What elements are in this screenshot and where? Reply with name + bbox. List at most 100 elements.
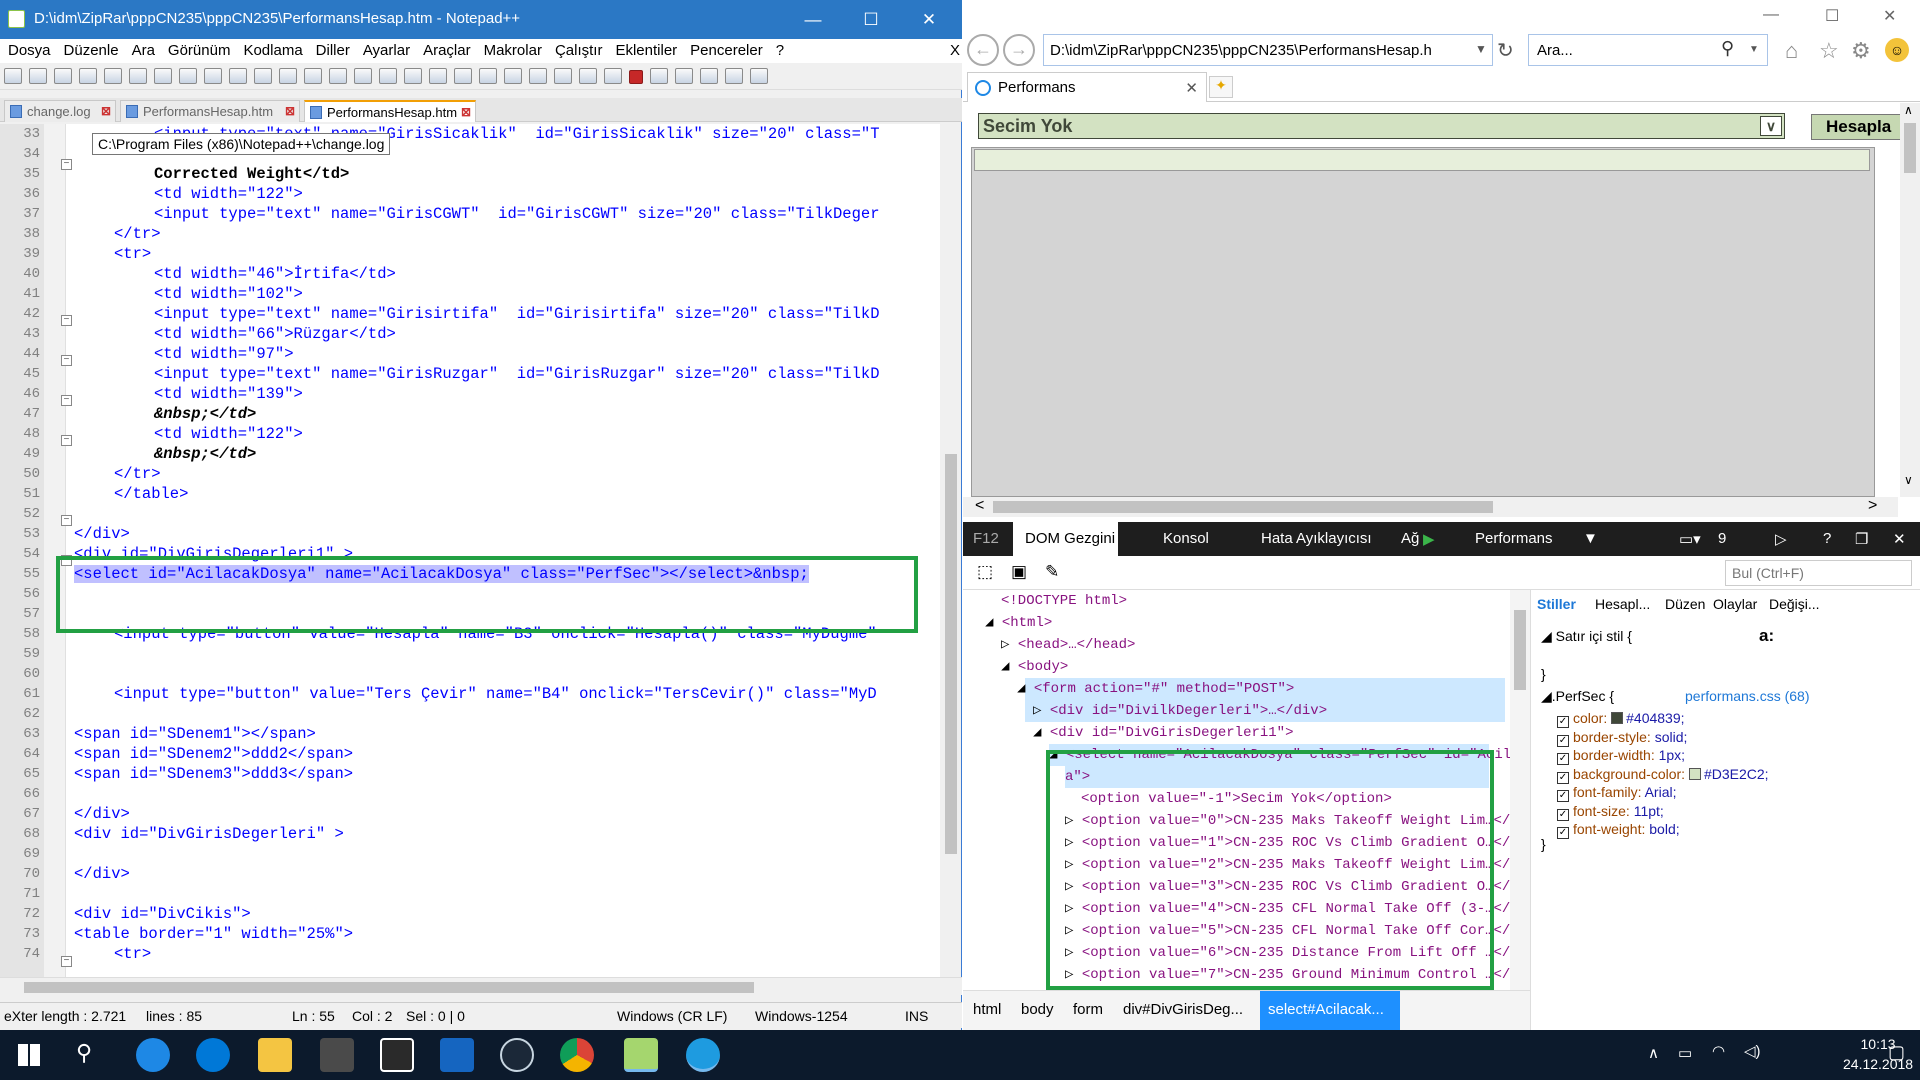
minimize-button[interactable]: — bbox=[790, 0, 836, 39]
open-file-icon[interactable] bbox=[29, 68, 47, 84]
address-bar[interactable]: D:\idm\ZipRar\pppCN235\pppCN235\Performa… bbox=[1043, 34, 1493, 66]
scroll-thumb[interactable] bbox=[1514, 610, 1526, 690]
dom-line-div-giris1[interactable]: ◢ <div id="DivGirisDegerleri1"> bbox=[1033, 722, 1293, 744]
dom-line-head[interactable]: ▷ <head>…</head> bbox=[1001, 634, 1135, 656]
dom-line-doctype[interactable]: <!DOCTYPE html> bbox=[1001, 590, 1127, 612]
scroll-left-icon[interactable]: < bbox=[975, 497, 984, 515]
emulation-icon[interactable]: ▭▾ bbox=[1679, 530, 1701, 548]
checkbox-icon[interactable]: ✓ bbox=[1557, 716, 1569, 728]
settings-icon[interactable]: ⚙ bbox=[1851, 38, 1871, 64]
folder-workspace-icon[interactable] bbox=[579, 68, 597, 84]
more-tabs-icon[interactable]: ▼ bbox=[1583, 530, 1598, 547]
undock-icon[interactable]: ❐ bbox=[1855, 530, 1868, 548]
sync-v-icon[interactable] bbox=[404, 68, 422, 84]
mail-icon[interactable] bbox=[380, 1038, 414, 1072]
highlight-icon[interactable]: ▣ bbox=[1011, 562, 1027, 582]
rule-source-link[interactable]: performans.css (68) bbox=[1685, 688, 1809, 704]
cut-icon[interactable] bbox=[179, 68, 197, 84]
crumb-body[interactable]: body bbox=[1021, 1001, 1054, 1018]
maximize-button[interactable]: ☐ bbox=[848, 0, 894, 39]
copy-icon[interactable] bbox=[204, 68, 222, 84]
scroll-thumb[interactable] bbox=[24, 982, 754, 993]
scroll-down-icon[interactable]: ∨ bbox=[1904, 473, 1913, 487]
indent-guide-icon[interactable] bbox=[504, 68, 522, 84]
tray-chevron-icon[interactable]: ∧ bbox=[1648, 1044, 1659, 1062]
function-list-icon[interactable] bbox=[554, 68, 572, 84]
devtools-close-icon[interactable]: ✕ bbox=[1893, 530, 1906, 548]
print-icon[interactable] bbox=[154, 68, 172, 84]
console-toggle-icon[interactable]: ▷ bbox=[1775, 530, 1787, 548]
changes-tab[interactable]: Değişi... bbox=[1769, 596, 1820, 612]
play-macro-icon[interactable] bbox=[675, 68, 693, 84]
menu-dosya[interactable]: Dosya bbox=[0, 39, 56, 59]
checkbox-icon[interactable]: ✓ bbox=[1557, 771, 1569, 784]
zoom-out-icon[interactable] bbox=[379, 68, 397, 84]
menu-araclar[interactable]: Araçlar bbox=[415, 39, 476, 59]
dom-line-div-ilk[interactable]: ▷ <div id="DivilkDegerleri">…</div> bbox=[1033, 700, 1327, 722]
show-all-chars-icon[interactable] bbox=[479, 68, 497, 84]
perfsec-select[interactable]: Secim Yok ∨ bbox=[978, 113, 1785, 139]
css-property-row[interactable]: ✓ font-size: 11pt; bbox=[1557, 803, 1664, 821]
ie-tab-performans[interactable]: Performans ✕ bbox=[967, 72, 1207, 102]
tab-performanshesap-2[interactable]: PerformansHesap.htm ⊠ bbox=[304, 100, 476, 122]
crumb-form[interactable]: form bbox=[1073, 1001, 1103, 1018]
zoom-in-icon[interactable] bbox=[354, 68, 372, 84]
events-tab[interactable]: Olaylar bbox=[1713, 596, 1757, 612]
scroll-up-icon[interactable]: ∧ bbox=[1904, 103, 1913, 117]
select-element-icon[interactable]: ⬚ bbox=[977, 562, 993, 582]
notifications-icon[interactable]: ▢ bbox=[1888, 1042, 1905, 1063]
editor-horizontal-scrollbar[interactable] bbox=[0, 977, 962, 995]
computed-tab[interactable]: Hesapl... bbox=[1595, 596, 1650, 612]
checkbox-icon[interactable]: ✓ bbox=[1557, 734, 1569, 747]
sync-h-icon[interactable] bbox=[429, 68, 447, 84]
checkbox-icon[interactable]: ✓ bbox=[1557, 790, 1569, 802]
menu-gorunum[interactable]: Görünüm bbox=[160, 39, 236, 59]
new-tab-button[interactable]: ✦ bbox=[1209, 76, 1233, 98]
scroll-right-icon[interactable]: > bbox=[1868, 497, 1877, 515]
battery-icon[interactable]: ▭ bbox=[1678, 1044, 1692, 1062]
css-property-row[interactable]: ✓ font-weight: bold; bbox=[1557, 821, 1680, 839]
checkbox-icon[interactable]: ✓ bbox=[1557, 827, 1569, 839]
ie-tab-close-icon[interactable]: ✕ bbox=[1185, 79, 1198, 97]
spellcheck-icon[interactable] bbox=[750, 68, 768, 84]
tab-dom-explorer[interactable]: DOM Gezgini bbox=[1025, 530, 1115, 547]
tab-change-log[interactable]: change.log ⊠ bbox=[4, 100, 116, 122]
play-icon[interactable]: ▶ bbox=[1423, 530, 1435, 548]
color-picker-icon[interactable]: ✎ bbox=[1045, 562, 1059, 582]
scroll-thumb[interactable] bbox=[1904, 123, 1916, 173]
app-icon-1[interactable] bbox=[136, 1038, 170, 1072]
chrome-icon[interactable] bbox=[560, 1038, 594, 1072]
doc-map-icon[interactable] bbox=[529, 68, 547, 84]
tab-console[interactable]: Konsol bbox=[1163, 530, 1209, 547]
find-icon[interactable] bbox=[304, 68, 322, 84]
menu-calistir[interactable]: Çalıştır bbox=[547, 39, 608, 59]
fold-icon[interactable]: − bbox=[61, 395, 72, 406]
notepadpp-icon[interactable] bbox=[624, 1038, 658, 1072]
crumb-select[interactable]: select#Acilacak... bbox=[1268, 1001, 1384, 1018]
css-property-row[interactable]: ✓ color: #404839; bbox=[1557, 710, 1685, 728]
page-horizontal-scrollbar[interactable]: < > bbox=[963, 497, 1898, 517]
menu-close-doc[interactable]: X bbox=[942, 39, 965, 59]
color-swatch-icon[interactable] bbox=[1688, 767, 1701, 780]
tab-network[interactable]: Ağ bbox=[1401, 530, 1419, 547]
save-macro-icon[interactable] bbox=[725, 68, 743, 84]
menu-duzenle[interactable]: Düzenle bbox=[56, 39, 124, 59]
tab-performanshesap-1[interactable]: PerformansHesap.htm ⊠ bbox=[120, 100, 300, 122]
layout-tab[interactable]: Düzen bbox=[1665, 596, 1705, 612]
tab-performance[interactable]: Performans bbox=[1475, 530, 1553, 547]
home-icon[interactable]: ⌂ bbox=[1785, 38, 1798, 64]
forward-icon[interactable]: → bbox=[1003, 34, 1035, 66]
css-property-row[interactable]: ✓ border-style: solid; bbox=[1557, 729, 1687, 747]
tab-close-icon[interactable]: ⊠ bbox=[101, 104, 111, 118]
steam-icon[interactable] bbox=[500, 1038, 534, 1072]
menu-ayarlar[interactable]: Ayarlar bbox=[355, 39, 415, 59]
record-macro-icon[interactable] bbox=[629, 70, 643, 84]
redo-icon[interactable] bbox=[279, 68, 297, 84]
styles-tab[interactable]: Stiller bbox=[1537, 596, 1576, 612]
fold-icon[interactable]: − bbox=[61, 315, 72, 326]
replace-icon[interactable] bbox=[329, 68, 347, 84]
close-file-icon[interactable] bbox=[104, 68, 122, 84]
ie-icon[interactable] bbox=[686, 1038, 720, 1072]
chevron-down-icon[interactable]: ∨ bbox=[1760, 116, 1782, 136]
close-button[interactable]: ✕ bbox=[1883, 6, 1896, 26]
